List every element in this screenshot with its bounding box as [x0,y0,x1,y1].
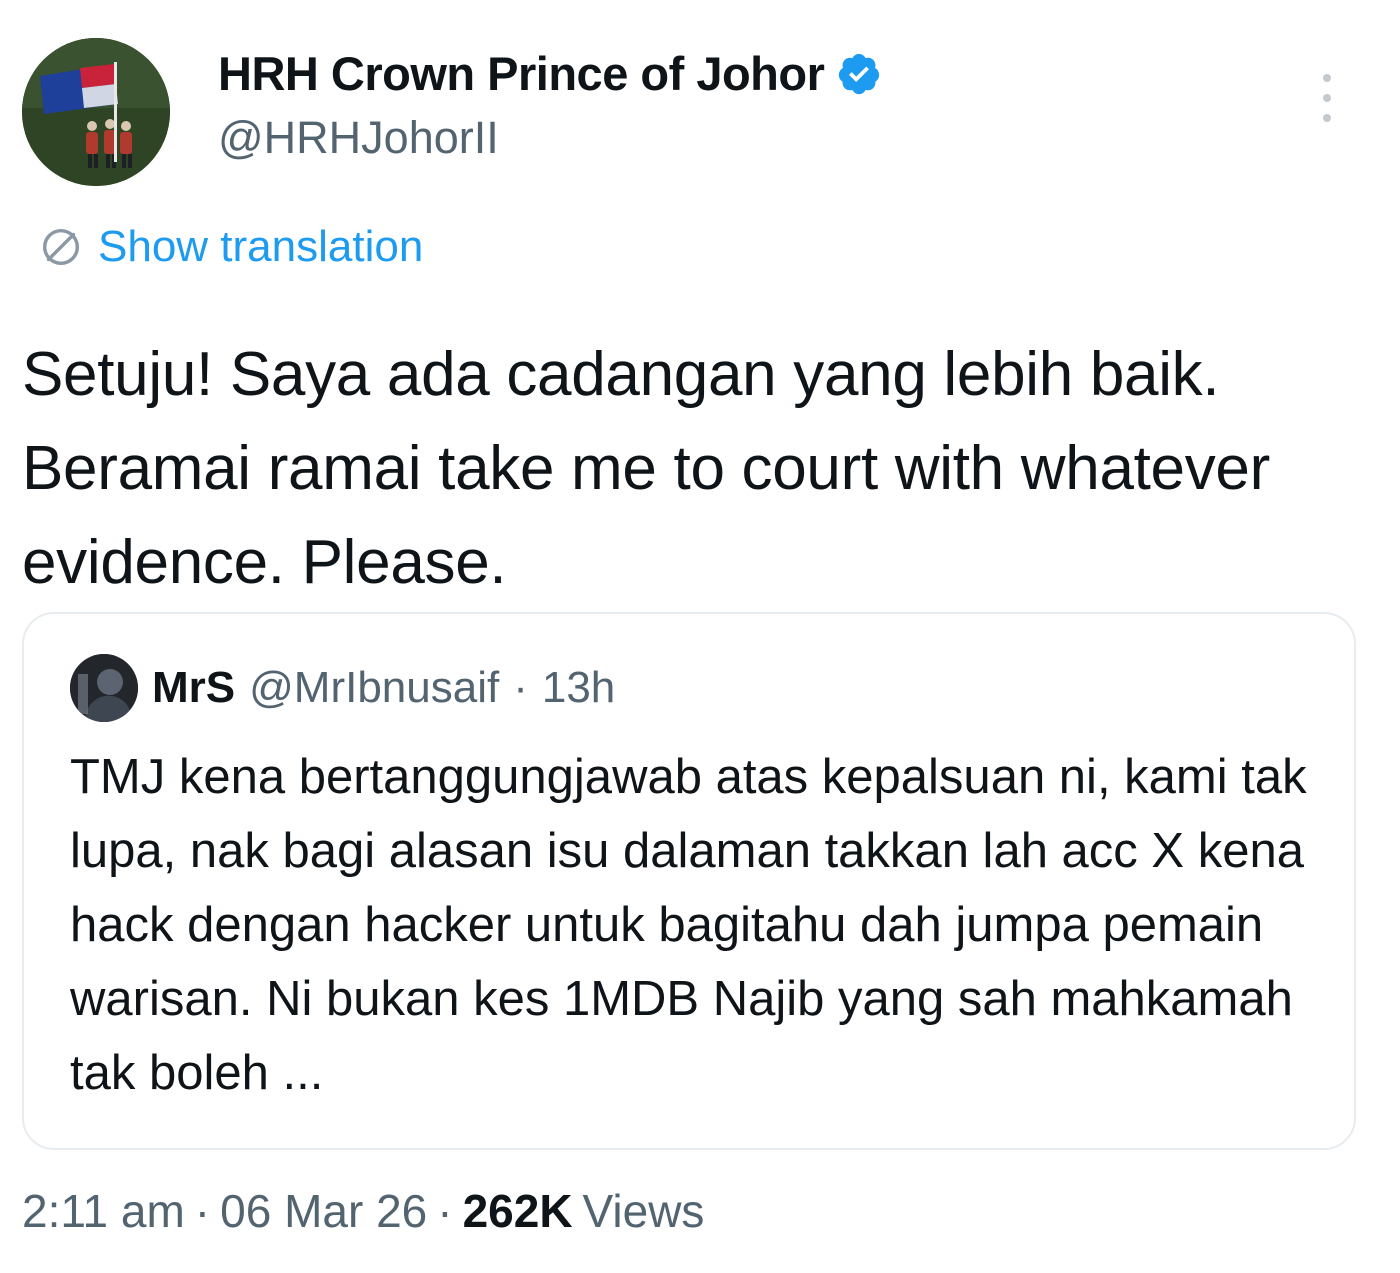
author-display-name[interactable]: HRH Crown Prince of Johor [218,46,825,101]
author-avatar[interactable] [22,38,170,186]
quoted-tweet-card[interactable]: MrS @MrIbnusaif · 13h TMJ kena bertanggu… [22,612,1356,1150]
globe-icon [42,228,80,266]
more-dot [1323,114,1331,122]
tweet-time[interactable]: 2:11 am [22,1184,185,1238]
quoted-timestamp: 13h [541,663,616,712]
more-dot [1323,94,1331,102]
author-handle[interactable]: @HRHJohorII [218,112,499,164]
show-translation-label: Show translation [98,222,424,271]
author-name-row: HRH Crown Prince of Johor [218,46,882,101]
quoted-separator: · [513,663,528,712]
tweet-text: Setuju! Saya ada cadangan yang lebih bai… [22,340,1270,597]
quoted-author-name: MrS [152,663,236,712]
meta-separator: · [437,1185,453,1237]
quoted-author-avatar[interactable] [70,654,138,722]
tweet-meta: 2:11 am · 06 Mar 26 · 262K Views [22,1184,704,1238]
more-vertical-icon[interactable] [1312,68,1342,128]
meta-separator: · [194,1185,211,1237]
views-count: 262K [462,1185,573,1237]
views-label: Views [582,1185,705,1237]
more-dot [1323,74,1331,82]
tweet-date[interactable]: 06 Mar 26 [220,1184,427,1238]
verified-badge-icon [839,53,880,94]
quoted-author-handle: @MrIbnusaif [249,663,500,712]
show-translation-link[interactable]: Show translation [38,222,423,272]
tweet: HRH Crown Prince of Johor @HRHJohorII Sh… [0,0,1400,1273]
quoted-tweet-text: TMJ kena bertanggungjawab atas kepalsuan… [70,750,1307,1100]
quoted-tweet-header: MrS @MrIbnusaif · 13h [70,654,615,722]
